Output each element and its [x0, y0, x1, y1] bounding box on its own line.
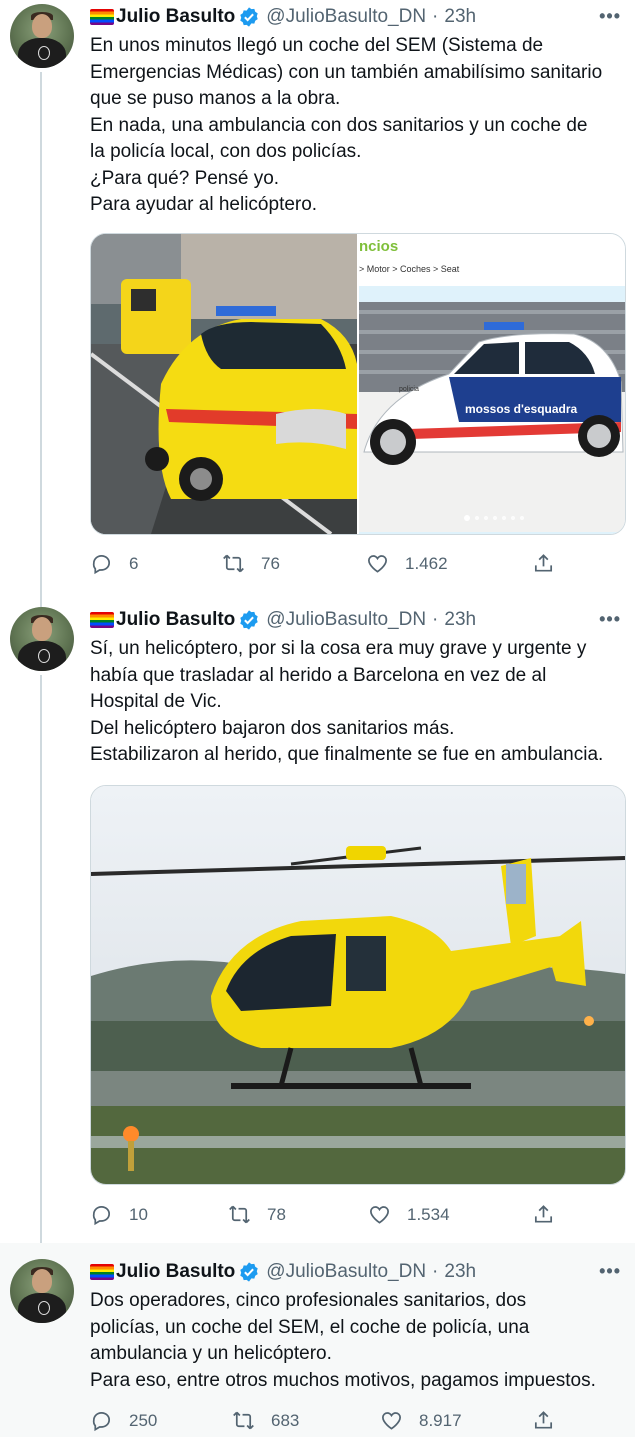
- reply-button[interactable]: 6: [90, 552, 138, 575]
- separator-dot: ·: [432, 609, 439, 630]
- retweet-button[interactable]: 683: [232, 1409, 299, 1432]
- retweet-icon: [223, 554, 244, 573]
- timestamp[interactable]: 23h: [444, 1261, 476, 1283]
- share-icon: [534, 1205, 553, 1223]
- verified-badge-icon: [240, 1262, 259, 1282]
- retweet-icon: [233, 1411, 254, 1430]
- tweet-actions: 6 76 1.462: [90, 552, 560, 576]
- rainbow-flag-icon: [90, 612, 114, 628]
- media-breadcrumb: > Motor > Coches > Seat: [359, 264, 460, 274]
- share-icon: [534, 1411, 553, 1429]
- reply-button[interactable]: 10: [90, 1203, 148, 1226]
- tweet-header: Julio Basulto @JulioBasulto_DN · 23h: [90, 608, 476, 632]
- sem-car-photo[interactable]: [91, 234, 357, 534]
- author-name[interactable]: Julio Basulto: [116, 6, 235, 28]
- tweet-text: Dos operadores, cinco profesionales sani…: [90, 1290, 596, 1391]
- retweet-count: 78: [267, 1204, 286, 1224]
- tweet-2[interactable]: Julio Basulto @JulioBasulto_DN · 23h •••…: [0, 603, 635, 1243]
- more-icon[interactable]: •••: [599, 6, 621, 27]
- timestamp[interactable]: 23h: [444, 609, 476, 631]
- media-caption: ncios: [359, 238, 399, 255]
- thread-line: [40, 675, 42, 1243]
- more-icon[interactable]: •••: [599, 609, 621, 630]
- retweet-count: 76: [261, 553, 280, 573]
- like-button[interactable]: 1.534: [368, 1203, 450, 1226]
- tweet-text: Sí, un helicóptero, por si la cosa era m…: [90, 638, 604, 765]
- retweet-count: 683: [271, 1410, 300, 1430]
- reply-icon: [92, 554, 111, 575]
- author-handle[interactable]: @JulioBasulto_DN: [266, 609, 426, 631]
- more-icon[interactable]: •••: [599, 1261, 621, 1282]
- retweet-icon: [229, 1205, 250, 1224]
- rainbow-flag-icon: [90, 9, 114, 25]
- reply-button[interactable]: 250: [90, 1409, 157, 1432]
- author-handle[interactable]: @JulioBasulto_DN: [266, 6, 426, 28]
- like-count: 1.534: [407, 1204, 450, 1224]
- like-count: 8.917: [419, 1410, 462, 1430]
- tweet-actions: 250 683 8.917: [90, 1409, 560, 1433]
- helicopter-photo[interactable]: [91, 786, 625, 1184]
- reply-count: 6: [129, 553, 139, 573]
- verified-badge-icon: [240, 7, 259, 27]
- avatar[interactable]: [10, 607, 74, 671]
- tweet-3[interactable]: Julio Basulto @JulioBasulto_DN · 23h •••…: [0, 1243, 635, 1437]
- reply-icon: [92, 1205, 111, 1226]
- retweet-button[interactable]: 78: [228, 1203, 286, 1226]
- tweet-text: En unos minutos llegó un coche del SEM (…: [90, 35, 603, 215]
- retweet-button[interactable]: 76: [222, 552, 280, 575]
- share-button[interactable]: [532, 1203, 571, 1226]
- like-icon: [368, 555, 387, 573]
- police-label: policia: [399, 386, 419, 393]
- tweet-media[interactable]: ncios > Motor > Coches > Seat mossos d'e…: [90, 233, 626, 535]
- author-name[interactable]: Julio Basulto: [116, 609, 235, 631]
- separator-dot: ·: [432, 1261, 439, 1282]
- share-button[interactable]: [532, 552, 571, 575]
- carousel-dots[interactable]: [464, 515, 524, 521]
- like-icon: [382, 1412, 401, 1430]
- reply-count: 10: [129, 1204, 148, 1224]
- avatar[interactable]: [10, 1259, 74, 1323]
- share-icon: [534, 554, 553, 572]
- police-car-text: mossos d'esquadra: [465, 402, 578, 416]
- tweet-media[interactable]: [90, 785, 626, 1185]
- author-name[interactable]: Julio Basulto: [116, 1261, 235, 1283]
- separator-dot: ·: [432, 6, 439, 27]
- tweet-header: Julio Basulto @JulioBasulto_DN · 23h: [90, 5, 476, 29]
- share-button[interactable]: [532, 1409, 571, 1432]
- like-button[interactable]: 1.462: [366, 552, 448, 575]
- avatar[interactable]: [10, 4, 74, 68]
- police-car-photo[interactable]: ncios > Motor > Coches > Seat mossos d'e…: [359, 234, 625, 534]
- reply-icon: [92, 1411, 111, 1432]
- reply-count: 250: [129, 1410, 158, 1430]
- like-icon: [370, 1206, 389, 1224]
- verified-badge-icon: [240, 610, 259, 630]
- tweet-header: Julio Basulto @JulioBasulto_DN · 23h: [90, 1260, 476, 1284]
- thread-line: [40, 72, 42, 603]
- like-button[interactable]: 8.917: [380, 1409, 462, 1432]
- author-handle[interactable]: @JulioBasulto_DN: [266, 1261, 426, 1283]
- rainbow-flag-icon: [90, 1264, 114, 1280]
- timestamp[interactable]: 23h: [444, 6, 476, 28]
- like-count: 1.462: [405, 553, 448, 573]
- tweet-actions: 10 78 1.534: [90, 1203, 560, 1227]
- tweet-1[interactable]: Julio Basulto @JulioBasulto_DN · 23h •••…: [0, 0, 635, 603]
